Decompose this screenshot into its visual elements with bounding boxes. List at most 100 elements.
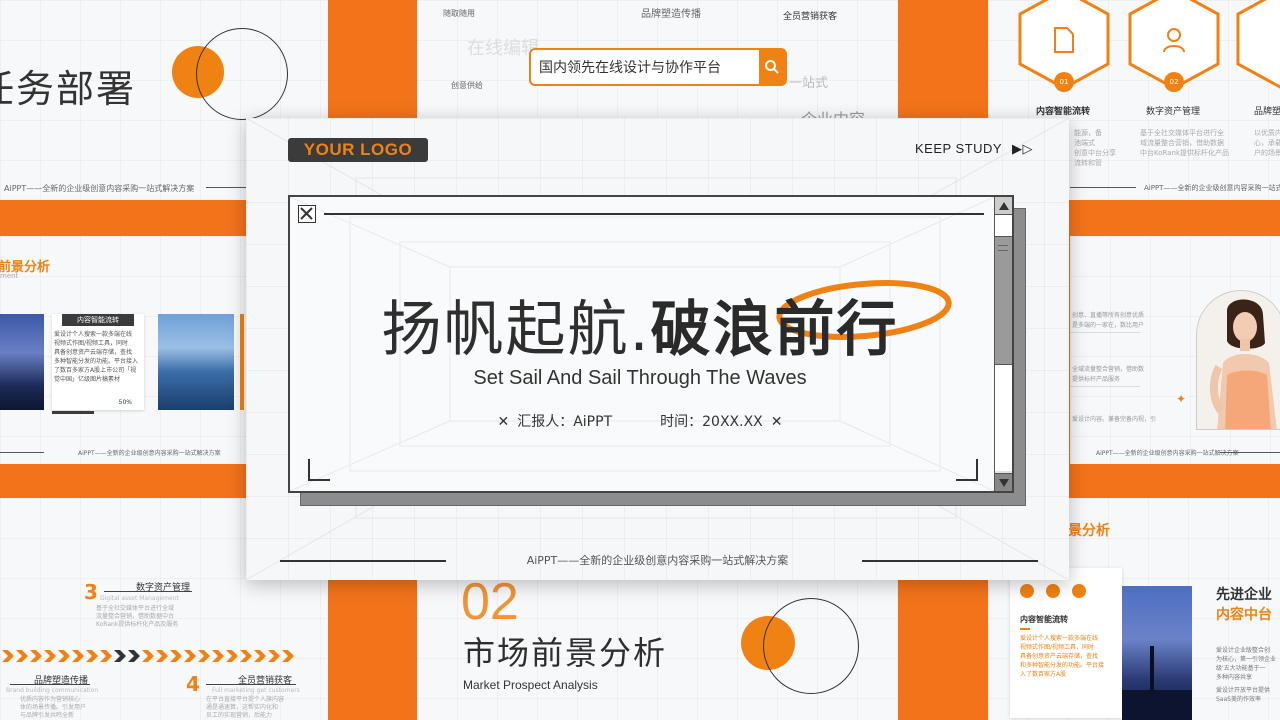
slide-title: 任务部署 <box>0 67 137 111</box>
hexagon-frame <box>1236 0 1280 89</box>
text-card: 内容智能流转 爱设计个人搜索一款多端在线 视频式作图/视频工具，同时 具备创意资… <box>52 314 144 414</box>
bg-slide-mid-right: 创意、直播等所有创意优质 是多端的一家在，数比用户 全域流量整合营销，借助数 提… <box>1070 236 1280 464</box>
card-title: 内容智能流转 <box>1020 615 1068 624</box>
doc-icon <box>1020 584 1034 598</box>
footer-line <box>1220 452 1280 453</box>
section-subtitle: Market Prospect Analysis <box>463 678 598 692</box>
text-card: 内容智能流转 爱设计个人搜索一款多端在线 视频式作图/视频工具，同时 具备创意资… <box>1010 568 1122 718</box>
left-item-underline <box>10 684 90 685</box>
main-title-en: Set Sail And Sail Through The Waves <box>473 367 807 389</box>
right-title-2: 内容中台 <box>1216 607 1272 623</box>
reporter-group: ✕ 汇报人：AiPPT <box>489 411 612 431</box>
window-title-line <box>324 213 984 215</box>
card-title: 内容智能流转 <box>62 314 134 326</box>
document-icon <box>1054 27 1074 53</box>
label-chuangyi: 创意供给 <box>451 81 483 90</box>
label-pinpai: 品牌塑造传播 <box>641 9 701 20</box>
item-en: Digital asset Management <box>100 595 179 602</box>
item-desc: 在平台直接平台提个人旗内容 通是通速算，这帮实内化和 员工的实现营销，后能力 <box>206 696 285 719</box>
keep-study-text: KEEP STUDY <box>914 141 1002 156</box>
text-line-2: 是多端的一家在，数比用户 <box>1072 322 1145 329</box>
hex-desc-2: 基于全社交媒体平台进行全 域流量整合营销，借助数据 中台KoRank提供标杆化产… <box>1140 129 1230 157</box>
main-title-cn: 扬帆起航.破浪前行 <box>290 281 990 368</box>
text-line-5: 爱设计内容。兼备完备内视，引 <box>1072 416 1157 423</box>
corner-bracket-br <box>956 459 978 481</box>
close-button[interactable] <box>298 205 316 223</box>
triangle-up-icon <box>998 201 1009 210</box>
main-slide: YOUR LOGO KEEP STUDY ▶▷ 扬帆起航.破浪前行 Set Sa… <box>246 118 1069 580</box>
sparkle-icon: ✦ <box>1176 392 1187 406</box>
scroll-track-top <box>995 215 1012 237</box>
card-accent <box>1020 628 1030 630</box>
city-photo-left <box>0 314 44 410</box>
search-bar[interactable]: 国内领先在线设计与协作平台 <box>529 48 787 86</box>
time-group: 时间：20XX.XX ✕ <box>660 411 790 431</box>
left-item-desc: 优质内容作为营销核心 体的场景传播。引发用户 与品牌引发共鸣全新 <box>20 696 87 719</box>
search-input[interactable]: 国内领先在线设计与协作平台 <box>531 57 759 77</box>
divider <box>1070 386 1140 387</box>
item-underline <box>206 684 296 685</box>
woman-photo <box>1197 291 1280 429</box>
section-number: 02 <box>461 573 519 631</box>
scroll-track-bottom <box>995 365 1012 471</box>
right-text-2: 爱设计开放平台提供 SaaS美的作效率 <box>1216 687 1271 703</box>
accent-bar <box>240 314 244 410</box>
buildings <box>1122 690 1192 720</box>
user-icon <box>1163 28 1185 53</box>
progress-bar <box>52 411 94 414</box>
hex-title-2: 数字资产管理 <box>1146 107 1201 117</box>
section-title: 市场前景分析 <box>463 634 668 672</box>
logo-badge: YOUR LOGO <box>288 138 428 162</box>
close-icon <box>300 207 313 220</box>
scrollbar[interactable] <box>994 197 1012 491</box>
hex-number: 01 <box>1054 72 1074 92</box>
search-button[interactable] <box>759 50 785 84</box>
retro-window: 扬帆起航.破浪前行 Set Sail And Sail Through The … <box>288 195 1014 493</box>
hex-desc-1: 能源，备 池端式 创意中台分享 流转和管 <box>1074 129 1116 167</box>
scroll-thumb[interactable] <box>995 237 1012 365</box>
divider <box>1070 332 1140 333</box>
card-text: 爱设计个人搜索一款多端在线 视频式作图/视频工具，同时 具备创意资产云端存储，查… <box>54 331 139 383</box>
hex-title-1: 内容智能流转 <box>1036 107 1091 117</box>
card-text: 爱设计个人搜索一款多端在线 视频式作图/视频工具，同时 具备创意资产云端存储，查… <box>1020 635 1105 678</box>
hex-number: 02 <box>1164 72 1184 92</box>
hex-item-1: 01 <box>1018 0 1110 98</box>
scroll-up-arrow[interactable] <box>995 197 1012 215</box>
right-title-1: 先进企业 <box>1216 587 1272 603</box>
slide-footer: AiPPT——全新的企业级创意内容采购一站式解决方案 <box>78 450 221 457</box>
scroll-down-arrow[interactable] <box>995 473 1012 491</box>
arch-photo-frame <box>1196 290 1280 430</box>
main-footer: AiPPT——全新的企业级创意内容采购一站式解决方案 <box>526 554 789 567</box>
card-percent: 50% <box>118 399 132 406</box>
corner-bracket-bl <box>308 459 330 481</box>
thumb-grip <box>998 245 1008 251</box>
text-line-1: 创意、直播等所有创意优质 <box>1072 312 1145 319</box>
right-text: 爱设计企业版整合创 为核心，第一引领企业 级'五大功能基于一 多种内容共享 <box>1216 647 1277 681</box>
title-part-a: 扬帆起航. <box>381 295 651 365</box>
keep-study-label[interactable]: KEEP STUDY ▶▷ <box>915 141 1033 157</box>
slide-footer: AiPPT——全新的企业级创意内容采购一站式解决方案 <box>1096 450 1239 457</box>
footer-line <box>1070 187 1136 188</box>
hex-item-2: 02 <box>1128 0 1220 98</box>
text-line-4: 提供标杆产品服务 <box>1072 376 1121 383</box>
circle-icon <box>1046 584 1060 598</box>
city-night-photo <box>1122 586 1192 720</box>
slide-title: 景分析 <box>1068 523 1110 539</box>
time: 时间：20XX.XX <box>660 414 763 430</box>
item-desc: 基于全社交媒体平台进行全域 流量整合营销，借助数据中台 KoRank提供标杆化产… <box>96 605 179 628</box>
reporter: 汇报人：AiPPT <box>517 414 613 430</box>
item-underline <box>104 591 192 592</box>
x-icon: ✕ <box>770 414 783 430</box>
grid-icon <box>1072 584 1086 598</box>
play-icon: ▶▷ <box>1012 141 1033 156</box>
slide-subtitle: ment <box>0 272 19 280</box>
triangle-down-icon <box>998 478 1009 487</box>
slide-footer: AiPPT——全新的企业级创意内容采购一站式解决方案 <box>4 184 195 193</box>
item-number: 3 <box>84 580 98 604</box>
hex-item-3 <box>1236 0 1280 98</box>
hex-desc-3: 以优质内容 心，承载品 户的场景共 <box>1254 129 1280 157</box>
item-number: 4 <box>186 672 200 696</box>
slide-footer: AiPPT——全新的企业级创意内容采购一站式解决方案 <box>1144 184 1280 192</box>
outline-circle-decor <box>763 598 859 694</box>
label-suiqu: 随取随用 <box>443 9 475 18</box>
